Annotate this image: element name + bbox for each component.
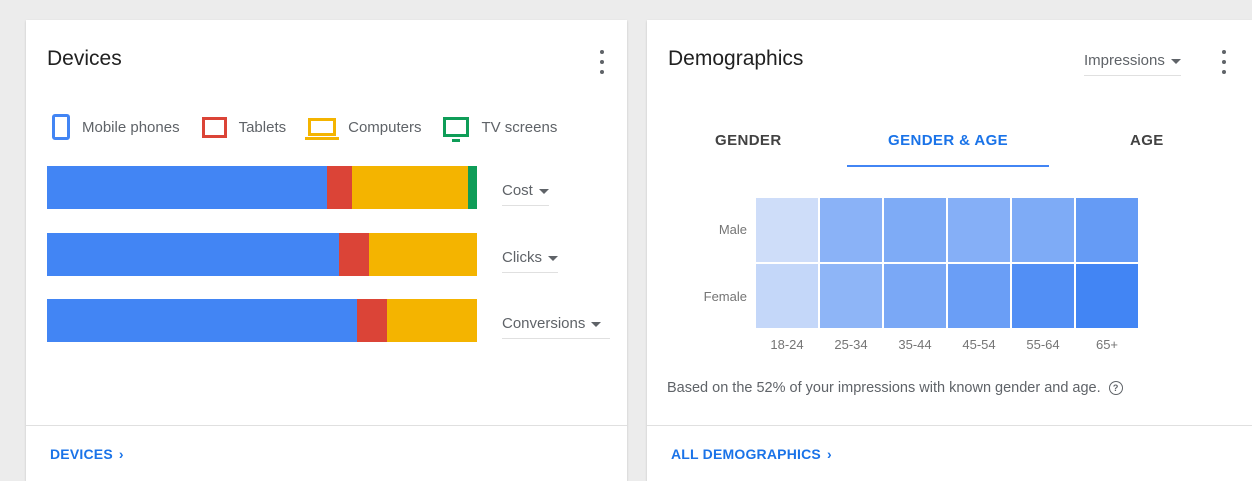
- chevron-right-icon: ›: [826, 446, 832, 462]
- heatmap-cell[interactable]: [1012, 198, 1074, 262]
- heatmap-cell[interactable]: [948, 198, 1010, 262]
- legend-mobile-phones: Mobile phones: [52, 114, 180, 140]
- heatmap-cell[interactable]: [884, 264, 946, 328]
- legend-label-tablets: Tablets: [238, 118, 287, 136]
- legend-label-computers: Computers: [348, 118, 422, 136]
- legend-tablets: Tablets: [201, 116, 287, 138]
- legend-tv-screens: TV screens: [443, 117, 558, 142]
- heatmap-cell[interactable]: [884, 198, 946, 262]
- caret-down-icon: [591, 321, 602, 327]
- caret-down-icon: [538, 188, 549, 194]
- clicks-metric-dropdown[interactable]: Clicks: [502, 249, 558, 273]
- bar-segment-mobile-phone: [47, 166, 327, 209]
- legend-label-tv: TV screens: [481, 118, 558, 136]
- tv-screen-icon: [443, 117, 470, 142]
- tab-gender-and-age[interactable]: GENDER & AGE: [888, 132, 1008, 149]
- devices-link[interactable]: DEVICES ›: [50, 446, 124, 462]
- column-label: 45-54: [962, 337, 996, 352]
- all-demographics-link[interactable]: ALL DEMOGRAPHICS ›: [671, 446, 832, 462]
- column-label: 35-44: [898, 337, 932, 352]
- column-label: 18-24: [770, 337, 804, 352]
- devices-divider: [26, 425, 627, 426]
- conversions-label: Conversions: [502, 315, 586, 332]
- tablet-icon: [201, 116, 227, 138]
- impressions-select-value: Impressions: [1084, 52, 1165, 69]
- devices-title: Devices: [47, 47, 122, 70]
- devices-legend: Mobile phones Tablets Computers TV scree…: [52, 114, 579, 142]
- legend-computers: Computers: [305, 118, 422, 140]
- chevron-right-icon: ›: [118, 446, 124, 462]
- heatmap-cell[interactable]: [756, 198, 818, 262]
- computer-icon: [305, 118, 340, 140]
- heatmap-cell[interactable]: [1012, 264, 1074, 328]
- row-label-female: Female: [703, 289, 747, 304]
- cost-metric-dropdown[interactable]: Cost: [502, 182, 549, 206]
- demographics-card: Demographics Impressions GENDER GENDER &…: [647, 20, 1252, 481]
- clicks-bar: [47, 233, 477, 276]
- coverage-note-text: Based on the 52% of your impressions wit…: [667, 380, 1101, 396]
- heatmap-cell[interactable]: [1076, 198, 1138, 262]
- devices-card: Devices Mobile phones Tablets Computers …: [26, 20, 627, 481]
- bar-segment-tv-screen: [468, 166, 477, 209]
- bar-segment-mobile-phone: [47, 233, 340, 276]
- coverage-note: Based on the 52% of your impressions wit…: [667, 380, 1123, 396]
- bar-segment-computer: [352, 166, 469, 209]
- caret-down-icon: [1170, 58, 1181, 64]
- conversions-bar: [47, 299, 477, 342]
- cost-bar: [47, 166, 477, 209]
- demographics-more-options-icon[interactable]: [1221, 50, 1227, 74]
- caret-down-icon: [548, 255, 558, 261]
- bar-segment-computer: [386, 299, 477, 342]
- bar-segment-tablet: [326, 166, 353, 209]
- column-label: 25-34: [834, 337, 868, 352]
- heatmap-cell[interactable]: [1076, 264, 1138, 328]
- conversions-metric-dropdown[interactable]: Conversions: [502, 315, 610, 339]
- tab-gender[interactable]: GENDER: [715, 132, 782, 149]
- all-demographics-link-label: ALL DEMOGRAPHICS: [671, 446, 821, 462]
- bar-segment-tablet: [339, 233, 370, 276]
- heatmap-cell[interactable]: [820, 198, 882, 262]
- impressions-select[interactable]: Impressions: [1084, 52, 1181, 76]
- heatmap-cell[interactable]: [756, 264, 818, 328]
- cost-label: Cost: [502, 182, 533, 199]
- tab-age[interactable]: AGE: [1130, 132, 1164, 149]
- demographics-title: Demographics: [668, 47, 804, 70]
- column-label: 55-64: [1026, 337, 1060, 352]
- bar-segment-tablet: [356, 299, 387, 342]
- devices-link-label: DEVICES: [50, 446, 113, 462]
- legend-label-mobile: Mobile phones: [82, 118, 180, 136]
- heatmap-cell[interactable]: [820, 264, 882, 328]
- column-label: 65+: [1095, 337, 1119, 352]
- clicks-label: Clicks: [502, 249, 542, 266]
- devices-more-options-icon[interactable]: [599, 50, 605, 74]
- mobile-phone-icon: [52, 114, 70, 140]
- active-tab-indicator: [847, 165, 1049, 167]
- heatmap-cell[interactable]: [948, 264, 1010, 328]
- bar-segment-computer: [369, 233, 477, 276]
- help-icon[interactable]: ?: [1108, 381, 1123, 395]
- row-label-male: Male: [718, 222, 747, 237]
- demographics-divider: [647, 425, 1252, 426]
- bar-segment-mobile-phone: [47, 299, 357, 342]
